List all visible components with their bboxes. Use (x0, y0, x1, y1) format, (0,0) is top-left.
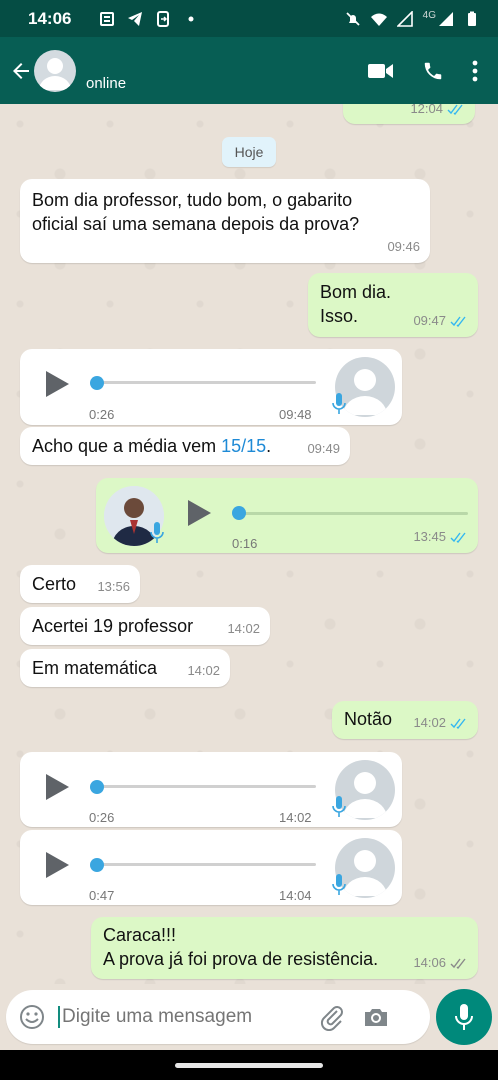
message-time: 09:46 (387, 239, 420, 254)
message-time: 14:06 (413, 955, 446, 970)
phone-icon[interactable] (422, 60, 444, 82)
battery-icon (468, 11, 476, 26)
message-text: Acho que a média vem (32, 436, 222, 456)
audio-progress-track[interactable] (238, 512, 468, 515)
status-time: 14:06 (28, 8, 72, 28)
telegram-icon (128, 11, 143, 26)
back-button[interactable] (4, 37, 38, 104)
message-text: Acertei 19 professor (32, 616, 194, 636)
message-time: 14:02 (187, 663, 220, 678)
signal-icon-2 (439, 11, 453, 26)
network-type: 4G (422, 10, 436, 21)
microphone-icon (332, 796, 346, 817)
chat-header: online (0, 37, 498, 104)
contact-status: online (86, 75, 127, 92)
microphone-icon (332, 874, 346, 895)
message-link[interactable]: 15/15 (221, 436, 266, 456)
audio-duration: 0:16 (232, 536, 258, 551)
message-time: 09:49 (307, 441, 340, 456)
message-bubble[interactable]: Certo 13:56 (20, 565, 140, 603)
arrow-left-icon (13, 62, 29, 79)
notification-dot-icon (188, 16, 194, 21)
audio-message[interactable]: 0:47 14:04 (20, 830, 402, 905)
message-text: Isso. (320, 306, 359, 326)
message-text: Notão (344, 709, 393, 729)
message-text: oficial saí uma semana depois da prova? (32, 214, 360, 234)
message-time: 13:56 (97, 579, 130, 594)
message-time: 12:04 (410, 104, 443, 116)
message-bubble[interactable]: Bom dia. Isso. 09:47 (308, 273, 478, 337)
read-receipt-icon (450, 316, 466, 327)
audio-progress-handle[interactable] (232, 506, 246, 520)
message-bubble[interactable]: Bom dia professor, tudo bom, o gabarito … (20, 179, 430, 263)
audio-progress-handle[interactable] (90, 858, 104, 872)
wifi-icon (370, 13, 387, 26)
message-bubble[interactable]: Notão 14:02 (332, 701, 478, 739)
voice-record-button[interactable] (436, 989, 492, 1045)
audio-progress-handle[interactable] (90, 780, 104, 794)
message-text: Bom dia. (320, 282, 392, 302)
delivered-receipt-icon (450, 958, 466, 969)
read-receipt-icon (450, 532, 466, 543)
play-button[interactable] (188, 500, 211, 526)
audio-progress-handle[interactable] (90, 376, 104, 390)
message-time: 09:47 (413, 313, 446, 328)
more-options-icon[interactable] (472, 60, 478, 82)
message-input[interactable] (58, 1006, 298, 1028)
chat-area[interactable]: 12:04 Hoje Bom dia professor, tudo bom, … (0, 104, 498, 984)
status-bar: 14:06 4G (0, 0, 498, 37)
play-button[interactable] (46, 852, 69, 878)
audio-progress-track[interactable] (96, 863, 316, 866)
message-text: Certo (32, 574, 77, 594)
audio-progress-track[interactable] (96, 381, 316, 384)
message-bubble[interactable]: Acho que a média vem 15/15. 09:49 (20, 427, 350, 465)
audio-duration: 0:26 (89, 407, 115, 422)
message-bubble-partial[interactable]: 12:04 (343, 104, 475, 124)
audio-message[interactable]: 0:26 09:48 (20, 349, 402, 425)
attach-icon[interactable] (318, 1003, 346, 1031)
message-text: Caraca!!! (103, 925, 177, 945)
contact-avatar[interactable] (34, 49, 76, 92)
message-bubble[interactable]: Em matemática 14:02 (20, 649, 230, 687)
message-text: Em matemática (32, 658, 158, 678)
audio-duration: 0:26 (89, 810, 115, 825)
video-call-icon[interactable] (368, 61, 394, 81)
emoji-icon[interactable] (18, 1003, 46, 1031)
message-text: Bom dia professor, tudo bom, o gabarito (32, 190, 353, 210)
camera-icon[interactable] (362, 1003, 390, 1031)
message-time: 14:02 (279, 810, 312, 825)
message-text: A prova já foi prova de resistência. (103, 949, 379, 969)
message-time: 14:02 (413, 715, 446, 730)
mute-icon (346, 11, 360, 26)
play-button[interactable] (46, 774, 69, 800)
message-time: 09:48 (279, 407, 312, 422)
audio-message[interactable]: 0:16 13:45 (96, 478, 478, 553)
microphone-icon (332, 393, 346, 414)
news-icon (100, 11, 115, 26)
message-time: 14:02 (227, 621, 260, 636)
cast-icon (157, 10, 170, 27)
microphone-icon (150, 522, 164, 543)
read-receipt-icon (450, 718, 466, 729)
message-bubble[interactable]: Caraca!!! A prova já foi prova de resist… (91, 917, 478, 979)
microphone-icon (455, 1004, 473, 1030)
message-time: 13:45 (413, 529, 446, 544)
home-gesture-bar[interactable] (175, 1063, 323, 1068)
message-time: 14:04 (279, 888, 312, 903)
date-chip: Hoje (222, 137, 276, 167)
audio-message[interactable]: 0:26 14:02 (20, 752, 402, 827)
person-icon (39, 57, 71, 90)
system-nav-bar (0, 1050, 498, 1080)
audio-progress-track[interactable] (96, 785, 316, 788)
read-receipt-icon (447, 104, 463, 115)
play-button[interactable] (46, 371, 69, 397)
audio-duration: 0:47 (89, 888, 115, 903)
signal-icon (396, 10, 413, 27)
message-text-suffix: . (266, 436, 272, 456)
message-bubble[interactable]: Acertei 19 professor 14:02 (20, 607, 270, 645)
message-composer (6, 990, 430, 1044)
